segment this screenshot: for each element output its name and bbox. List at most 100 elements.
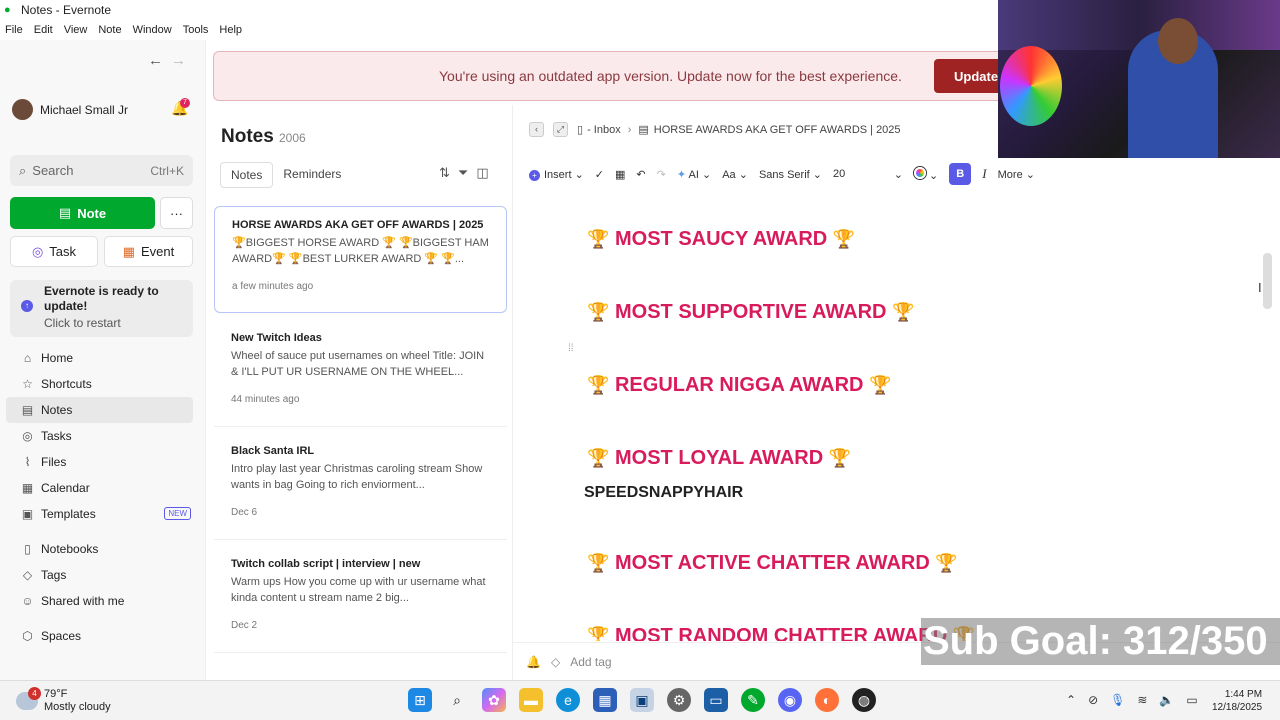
trophy-icon: 🏆 bbox=[587, 302, 610, 322]
undo-icon[interactable]: ↶ bbox=[636, 168, 645, 181]
trophy-icon: 🏆 bbox=[587, 448, 610, 468]
search-input[interactable]: ⌕ Search Ctrl+K bbox=[10, 155, 193, 186]
sidebar-item-spaces[interactable]: ⬡ Spaces bbox=[0, 623, 205, 649]
text-style-button[interactable]: Aa ⌄ bbox=[722, 168, 748, 181]
sidebar-item-files[interactable]: ⌇ Files bbox=[0, 449, 205, 475]
note-preview: Warm ups How you come up with ur usernam… bbox=[231, 576, 486, 604]
list-item[interactable]: HORSE AWARDS AKA GET OFF AWARDS | 2025 🏆… bbox=[214, 206, 507, 313]
sidebar-item-tasks[interactable]: ◎ Tasks bbox=[0, 423, 205, 449]
text-color-button[interactable]: ⌄ bbox=[914, 166, 938, 182]
wifi-icon[interactable]: ≋ bbox=[1137, 693, 1147, 707]
award-line[interactable]: 🏆 REGULAR NIGGA AWARD 🏆 bbox=[587, 374, 891, 397]
task-icon: ◎ bbox=[31, 243, 44, 259]
list-item[interactable]: Black Santa IRL Intro play last year Chr… bbox=[214, 433, 507, 540]
note-date: Dec 2 bbox=[231, 620, 258, 631]
sparkle-icon: ✦ bbox=[676, 168, 687, 181]
remote-desktop-icon[interactable]: ▭ bbox=[704, 688, 728, 712]
sidebar-item-label: Shortcuts bbox=[41, 377, 92, 391]
evernote-icon[interactable]: ✎ bbox=[741, 688, 765, 712]
color-wheel-icon bbox=[914, 166, 926, 179]
list-item[interactable]: New Twitch Ideas Wheel of sauce put user… bbox=[214, 320, 507, 427]
collapse-icon[interactable]: ‹ bbox=[529, 122, 544, 137]
menu-view[interactable]: View bbox=[64, 24, 88, 36]
sidebar-item-notes[interactable]: ▤ Notes bbox=[6, 397, 193, 423]
more-create-button[interactable]: ··· bbox=[160, 197, 193, 229]
microphone-icon[interactable]: 🎙 bbox=[1110, 693, 1125, 707]
font-family-select[interactable]: Sans Serif ⌄ bbox=[759, 168, 822, 181]
obs-icon[interactable]: ◍ bbox=[852, 688, 876, 712]
update-ready-card[interactable]: ↑ Evernote is ready to update! Click to … bbox=[10, 280, 193, 337]
new-note-button[interactable]: ▤ Note bbox=[10, 197, 155, 229]
menu-help[interactable]: Help bbox=[219, 24, 242, 36]
weather-condition: Mostly cloudy bbox=[44, 701, 111, 713]
sidebar-item-label: Files bbox=[41, 455, 67, 469]
sort-icon[interactable]: ⇅ bbox=[439, 165, 450, 180]
ai-button[interactable]: ✦ AI ⌄ bbox=[677, 168, 711, 181]
add-tag-input[interactable]: Add tag bbox=[570, 655, 611, 669]
battery-icon[interactable]: ▭ bbox=[1186, 693, 1197, 707]
sidebar-item-templates[interactable]: ▣ Templates NEW bbox=[0, 501, 205, 527]
reminder-bell-icon[interactable]: 🔔 bbox=[526, 655, 541, 669]
breadcrumb-notebook[interactable]: - Inbox bbox=[587, 124, 621, 136]
new-event-button[interactable]: ▦ Event bbox=[104, 236, 193, 267]
search-icon[interactable]: ⌕ bbox=[445, 688, 469, 712]
tag-icon[interactable]: ◇ bbox=[551, 655, 560, 669]
notification-badge: 7 bbox=[180, 98, 190, 108]
filter-icon[interactable]: ⏷ bbox=[458, 165, 468, 180]
discord-icon[interactable]: ◉ bbox=[778, 688, 802, 712]
cloud-icon: 4 bbox=[16, 687, 41, 710]
expand-icon[interactable]: ⤢ bbox=[553, 122, 568, 137]
windows-start-icon[interactable]: ⊞ bbox=[408, 688, 432, 712]
tab-notes[interactable]: Notes bbox=[220, 162, 274, 188]
menu-file[interactable]: File bbox=[5, 24, 23, 36]
sidebar-item-tags[interactable]: ◇ Tags bbox=[0, 562, 205, 588]
checkbox-icon[interactable]: ✓ bbox=[595, 168, 604, 181]
editor-scrollbar[interactable] bbox=[1263, 253, 1272, 309]
typed-text-line[interactable]: SPEEDSNAPPYHAIR bbox=[584, 484, 743, 502]
note-add-icon: ▤ bbox=[58, 205, 72, 220]
back-arrow-icon[interactable]: ← bbox=[148, 52, 163, 69]
tab-reminders[interactable]: Reminders bbox=[273, 162, 351, 188]
redo-icon[interactable]: ↷ bbox=[657, 168, 666, 181]
sidebar-item-home[interactable]: ⌂ Home bbox=[0, 345, 205, 371]
more-button[interactable]: More ⌄ bbox=[998, 168, 1035, 181]
award-line[interactable]: 🏆 MOST LOYAL AWARD 🏆 bbox=[587, 447, 851, 470]
edge-browser-icon[interactable]: e bbox=[556, 688, 580, 712]
file-explorer-icon[interactable]: ▬ bbox=[519, 688, 543, 712]
menu-note[interactable]: Note bbox=[98, 24, 121, 36]
account-menu[interactable]: Michael Small Jr bbox=[12, 99, 128, 120]
pinned-app-icon[interactable]: ▣ bbox=[630, 688, 654, 712]
bold-button[interactable]: B bbox=[949, 163, 972, 185]
firefox-icon[interactable]: ◐ bbox=[815, 688, 839, 712]
award-line[interactable]: 🏆 MOST RANDOM CHATTER AWARD 🏆 bbox=[587, 625, 975, 641]
award-line[interactable]: 🏆 MOST SAUCY AWARD 🏆 bbox=[587, 228, 855, 251]
drag-handle-icon[interactable]: ⁞⁞ bbox=[568, 343, 574, 354]
copilot-icon[interactable]: ✿ bbox=[482, 688, 506, 712]
sidebar-item-notebooks[interactable]: ▯ Notebooks bbox=[0, 536, 205, 562]
list-item[interactable]: Twitch collab script | interview | new W… bbox=[214, 546, 507, 653]
insert-button[interactable]: + Insert ⌄ bbox=[529, 168, 584, 181]
chevron-up-icon[interactable]: ⌃ bbox=[1066, 693, 1076, 707]
sidebar-item-shortcuts[interactable]: ☆ Shortcuts bbox=[0, 371, 205, 397]
settings-gear-icon[interactable]: ⚙ bbox=[667, 688, 691, 712]
calendar-icon[interactable]: ▦ bbox=[615, 168, 625, 181]
speaker-icon[interactable]: 🔈 bbox=[1159, 693, 1174, 707]
plus-icon: + bbox=[529, 169, 540, 181]
menu-tools[interactable]: Tools bbox=[183, 24, 209, 36]
award-line[interactable]: 🏆 MOST SUPPORTIVE AWARD 🏆 bbox=[587, 301, 914, 324]
menu-edit[interactable]: Edit bbox=[34, 24, 53, 36]
sidebar-item-shared[interactable]: ☺ Shared with me bbox=[0, 588, 205, 614]
clock[interactable]: 1:44 PM 12/18/2025 bbox=[1212, 688, 1262, 714]
new-task-button[interactable]: ◎ Task bbox=[10, 236, 98, 267]
award-line[interactable]: 🏆 MOST ACTIVE CHATTER AWARD 🏆 bbox=[587, 552, 958, 575]
notebook-icon: ▯ bbox=[577, 124, 584, 136]
view-layout-icon[interactable]: ◫ bbox=[476, 165, 488, 180]
forward-arrow-icon[interactable]: → bbox=[171, 52, 186, 69]
store-icon[interactable]: ▦ bbox=[593, 688, 617, 712]
weather-widget[interactable]: 4 79°F Mostly cloudy bbox=[16, 687, 111, 714]
menu-window[interactable]: Window bbox=[133, 24, 172, 36]
font-size-select[interactable]: 20 ⌄ bbox=[833, 168, 903, 181]
italic-button[interactable]: I bbox=[982, 166, 986, 182]
sidebar-item-calendar[interactable]: ▦ Calendar bbox=[0, 475, 205, 501]
no-location-icon[interactable]: ⊘ bbox=[1088, 693, 1098, 707]
